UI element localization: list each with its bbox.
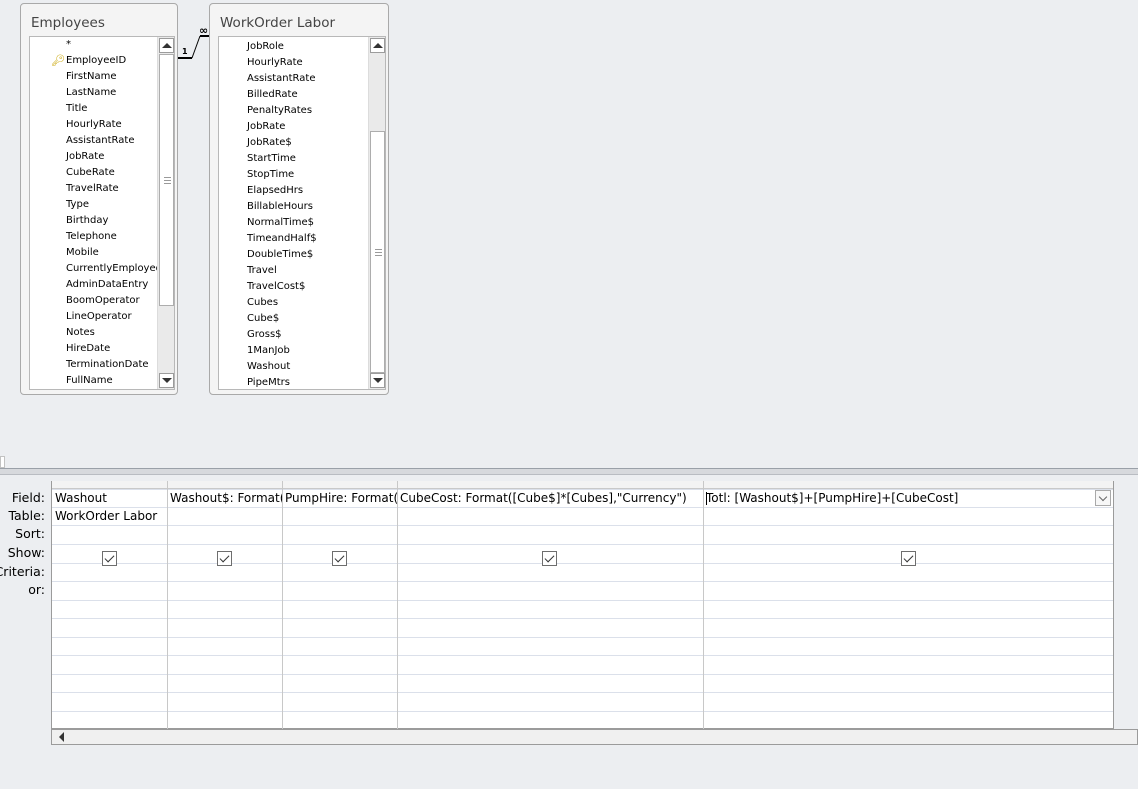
one-side-label: 1 — [182, 47, 188, 56]
scroll-up-button[interactable] — [370, 38, 385, 53]
field-item[interactable]: HireDate — [66, 341, 110, 357]
triangle-up-icon — [372, 43, 383, 48]
pane-splitter[interactable] — [0, 468, 1138, 475]
row-label-or: or: — [28, 582, 45, 597]
scroll-left-button[interactable] — [54, 731, 68, 743]
field-item[interactable]: AssistantRate — [247, 71, 316, 87]
field-cell[interactable]: CubeCost: Format([Cube$]*[Cubes],"Curren… — [397, 489, 703, 507]
field-dropdown-button[interactable] — [1095, 490, 1111, 506]
field-item[interactable]: Telephone — [66, 229, 117, 245]
scroll-down-button[interactable] — [370, 373, 385, 388]
column-selector[interactable] — [167, 481, 282, 489]
triangle-down-icon — [372, 378, 383, 383]
field-item[interactable]: 1ManJob — [247, 343, 290, 359]
field-item[interactable]: Mobile — [66, 245, 99, 261]
column-selector[interactable] — [703, 481, 1113, 489]
field-cell-active[interactable]: Totl: [Washout$]+[PumpHire]+[CubeCost] — [703, 489, 1093, 507]
field-item[interactable]: JobRate — [66, 149, 104, 165]
field-item[interactable]: StopTime — [247, 167, 294, 183]
design-grid[interactable]: Washout WorkOrder Labor Washout$: Format… — [51, 481, 1114, 729]
field-item-primary-key[interactable]: 🔑︎ EmployeeID — [51, 53, 127, 69]
field-item[interactable]: ElapsedHrs — [247, 183, 303, 199]
field-item[interactable]: FullName — [66, 373, 113, 389]
field-item[interactable]: TerminationDate — [66, 357, 149, 373]
scroll-thumb[interactable] — [370, 131, 385, 373]
table-cell[interactable]: WorkOrder Labor — [52, 507, 167, 525]
table-employees[interactable]: Employees * 🔑︎ EmployeeID FirstName Last… — [20, 3, 178, 395]
horizontal-scrollbar[interactable] — [51, 729, 1138, 745]
query-design-upper-pane[interactable]: Employees * 🔑︎ EmployeeID FirstName Last… — [0, 0, 1138, 456]
field-item[interactable]: Cubes — [247, 295, 278, 311]
field-item[interactable]: PenaltyRates — [247, 103, 312, 119]
show-checkbox[interactable] — [542, 551, 557, 566]
row-label-sort: Sort: — [15, 526, 45, 541]
vertical-scrollbar[interactable] — [157, 37, 174, 389]
field-item[interactable]: BilledRate — [247, 87, 298, 103]
field-item[interactable]: JobRate — [247, 119, 285, 135]
field-list[interactable]: * 🔑︎ EmployeeID FirstName LastName Title… — [29, 36, 175, 390]
field-item[interactable]: LastName — [66, 85, 116, 101]
column-selector[interactable] — [397, 481, 703, 489]
field-item[interactable]: Birthday — [66, 213, 108, 229]
scroll-down-button[interactable] — [159, 373, 174, 388]
field-item[interactable]: HourlyRate — [247, 55, 303, 71]
field-item[interactable]: CubeRate — [66, 165, 115, 181]
field-item[interactable]: TimeandHalf$ — [247, 231, 317, 247]
show-checkbox[interactable] — [901, 551, 916, 566]
chevron-down-icon — [1098, 492, 1108, 501]
field-item[interactable]: TravelCost$ — [247, 279, 305, 295]
field-item[interactable]: BillableHours — [247, 199, 313, 215]
many-side-label: ∞ — [199, 24, 208, 37]
field-item[interactable]: Type — [66, 197, 89, 213]
field-list[interactable]: JobRole HourlyRate AssistantRate BilledR… — [218, 36, 386, 390]
key-icon: 🔑︎ — [51, 54, 65, 67]
query-design-grid-area: Field: Table: Sort: Show: Criteria: or: … — [0, 476, 1138, 789]
table-title[interactable]: Employees — [31, 15, 105, 31]
field-item[interactable]: HourlyRate — [66, 117, 122, 133]
field-item[interactable]: NormalTime$ — [247, 215, 314, 231]
field-item[interactable]: TravelRate — [66, 181, 119, 197]
field-item[interactable]: * — [66, 37, 71, 53]
field-label: EmployeeID — [66, 55, 127, 66]
field-item[interactable]: BoomOperator — [66, 293, 140, 309]
field-item[interactable]: LineOperator — [66, 309, 132, 325]
table-title[interactable]: WorkOrder Labor — [220, 15, 335, 31]
triangle-down-icon — [161, 378, 172, 383]
text-cursor — [706, 492, 707, 505]
row-label-table: Table: — [8, 508, 45, 523]
scroll-thumb[interactable] — [159, 54, 174, 306]
show-checkbox[interactable] — [102, 551, 117, 566]
field-item[interactable]: Notes — [66, 325, 95, 341]
field-item[interactable]: Travel — [247, 263, 277, 279]
field-item[interactable]: StartTime — [247, 151, 296, 167]
column-selector[interactable] — [282, 481, 397, 489]
field-cell[interactable]: PumpHire: Format([PumpHire],"Currency") — [282, 489, 397, 507]
field-item[interactable]: JobRole — [247, 39, 284, 55]
field-item[interactable]: Title — [66, 101, 87, 117]
field-item[interactable]: Cube$ — [247, 311, 279, 327]
row-label-show: Show: — [7, 545, 45, 560]
field-item[interactable]: Gross$ — [247, 327, 282, 343]
row-label-field: Field: — [11, 490, 45, 505]
field-item[interactable]: DoubleTime$ — [247, 247, 313, 263]
field-item[interactable]: FirstName — [66, 69, 117, 85]
table-workorder-labor[interactable]: WorkOrder Labor JobRole HourlyRate Assis… — [209, 3, 389, 395]
field-item[interactable]: JobRate$ — [247, 135, 292, 151]
field-cell[interactable]: Washout — [52, 489, 167, 507]
pane-splitter-handle[interactable] — [0, 456, 5, 468]
field-cell[interactable]: Washout$: Format([Washout],"Currency") — [167, 489, 282, 507]
triangle-left-icon — [58, 732, 64, 742]
show-checkbox[interactable] — [332, 551, 347, 566]
row-label-criteria: Criteria: — [0, 564, 45, 579]
column-selector[interactable] — [52, 481, 167, 489]
field-item[interactable]: Washout — [247, 359, 290, 375]
show-checkbox[interactable] — [217, 551, 232, 566]
vertical-scrollbar[interactable] — [368, 37, 385, 389]
field-item[interactable]: AssistantRate — [66, 133, 135, 149]
field-item[interactable]: AdminDataEntry — [66, 277, 148, 293]
field-item[interactable]: PipeMtrs — [247, 375, 290, 389]
field-item[interactable]: CurrentlyEmployed — [66, 261, 162, 277]
